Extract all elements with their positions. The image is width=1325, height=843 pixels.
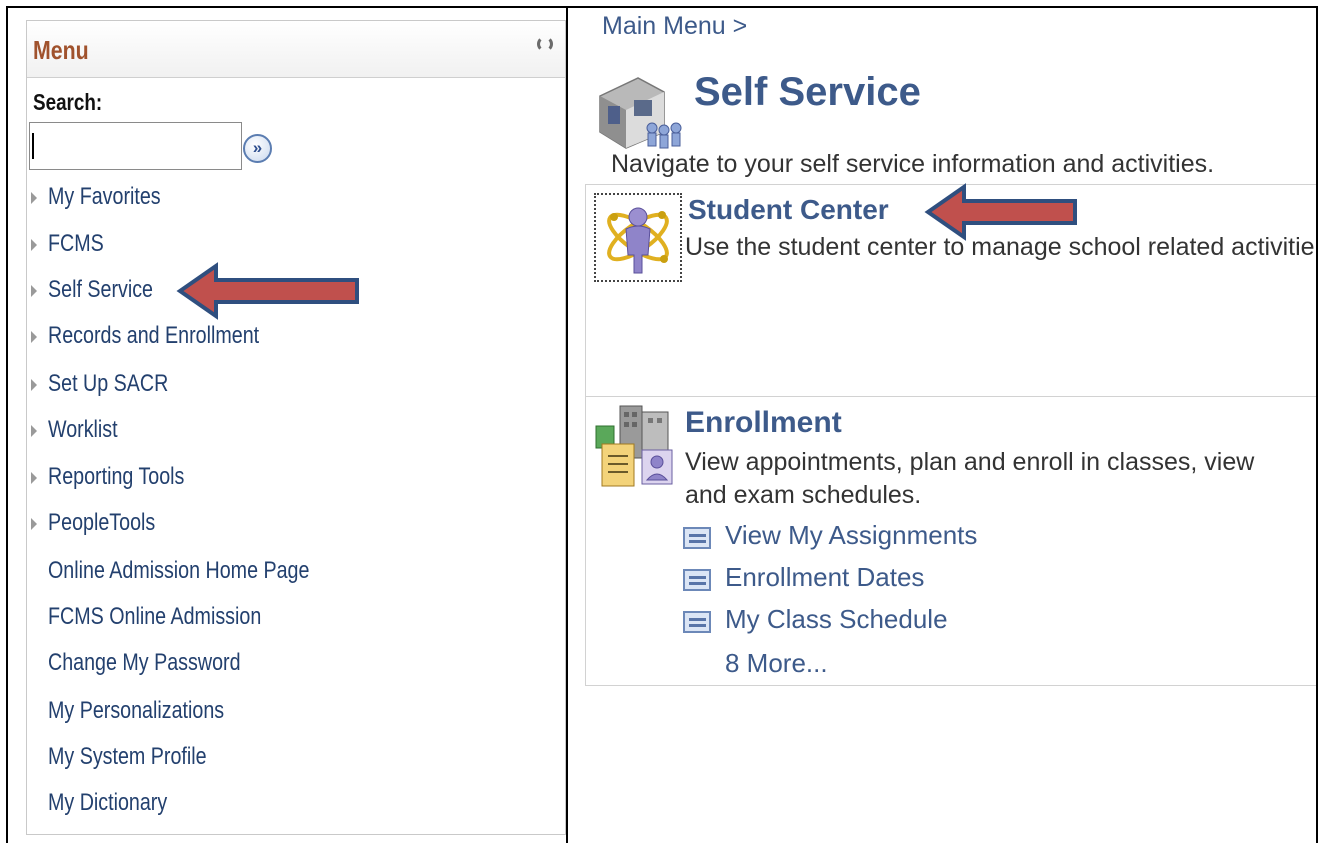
menu-header: Menu xyxy=(27,21,565,78)
menu-item-records-and-enrollment[interactable]: Records and Enrollment xyxy=(27,322,357,352)
menu-item-set-up-sacr[interactable]: Set Up SACR xyxy=(27,370,357,400)
search-label: Search: xyxy=(33,89,103,115)
student-center-icon-link[interactable] xyxy=(594,193,682,282)
frame-left xyxy=(6,6,8,843)
menu-item-reporting-tools[interactable]: Reporting Tools xyxy=(27,463,357,493)
list-page-icon xyxy=(683,569,711,591)
list-page-icon xyxy=(683,527,711,549)
folder-chevron-icon xyxy=(31,285,37,297)
content-left-border xyxy=(585,184,586,686)
self-service-icon xyxy=(599,77,682,149)
refresh-icon[interactable] xyxy=(537,36,553,52)
callout-arrow-student-center xyxy=(924,183,1077,241)
enrollment-description-line-2: and exam schedules. xyxy=(685,481,922,509)
page-description: Navigate to your self service informatio… xyxy=(611,150,1215,178)
menu-panel: Menu Search: » My Favorites FCMS Self Se… xyxy=(26,20,566,835)
folder-chevron-icon xyxy=(31,331,37,343)
enrollment-icon[interactable] xyxy=(594,404,678,490)
student-center-link[interactable]: Student Center xyxy=(688,194,889,226)
folder-chevron-icon xyxy=(31,379,37,391)
enrollment-more-link[interactable]: 8 More... xyxy=(725,648,828,679)
divider xyxy=(585,396,1316,397)
menu-item-worklist[interactable]: Worklist xyxy=(27,416,357,446)
frame-right xyxy=(1316,6,1318,843)
text-cursor xyxy=(32,133,34,159)
folder-chevron-icon xyxy=(31,472,37,484)
menu-title: Menu xyxy=(33,35,89,65)
folder-chevron-icon xyxy=(31,425,37,437)
menu-item-peopletools[interactable]: PeopleTools xyxy=(27,509,357,539)
menu-item-change-my-password[interactable]: Change My Password xyxy=(27,649,357,679)
enrollment-link[interactable]: Enrollment xyxy=(685,406,842,440)
divider xyxy=(585,685,1316,686)
menu-item-my-system-profile[interactable]: My System Profile xyxy=(27,743,357,773)
enrollment-description: View appointments, plan and enroll in cl… xyxy=(685,448,1255,476)
breadcrumb[interactable]: Main Menu > xyxy=(602,12,747,41)
menu-item-fcms[interactable]: FCMS xyxy=(27,230,357,260)
page-title: Self Service xyxy=(694,70,921,114)
menu-item-online-admission-home-page[interactable]: Online Admission Home Page xyxy=(27,557,357,587)
search-go-button[interactable]: » xyxy=(243,134,272,163)
folder-chevron-icon xyxy=(31,518,37,530)
menu-item-my-favorites[interactable]: My Favorites xyxy=(27,183,357,213)
search-input[interactable] xyxy=(29,122,242,170)
student-center-icon xyxy=(607,207,669,274)
menu-item-my-dictionary[interactable]: My Dictionary xyxy=(27,789,357,819)
menu-item-my-personalizations[interactable]: My Personalizations xyxy=(27,697,357,727)
frame-top xyxy=(6,6,1318,8)
frame-divider xyxy=(566,6,568,843)
list-page-icon xyxy=(683,611,711,633)
folder-chevron-icon xyxy=(31,192,37,204)
callout-arrow-self-service xyxy=(176,262,359,320)
folder-chevron-icon xyxy=(31,239,37,251)
menu-item-fcms-online-admission[interactable]: FCMS Online Admission xyxy=(27,603,357,633)
